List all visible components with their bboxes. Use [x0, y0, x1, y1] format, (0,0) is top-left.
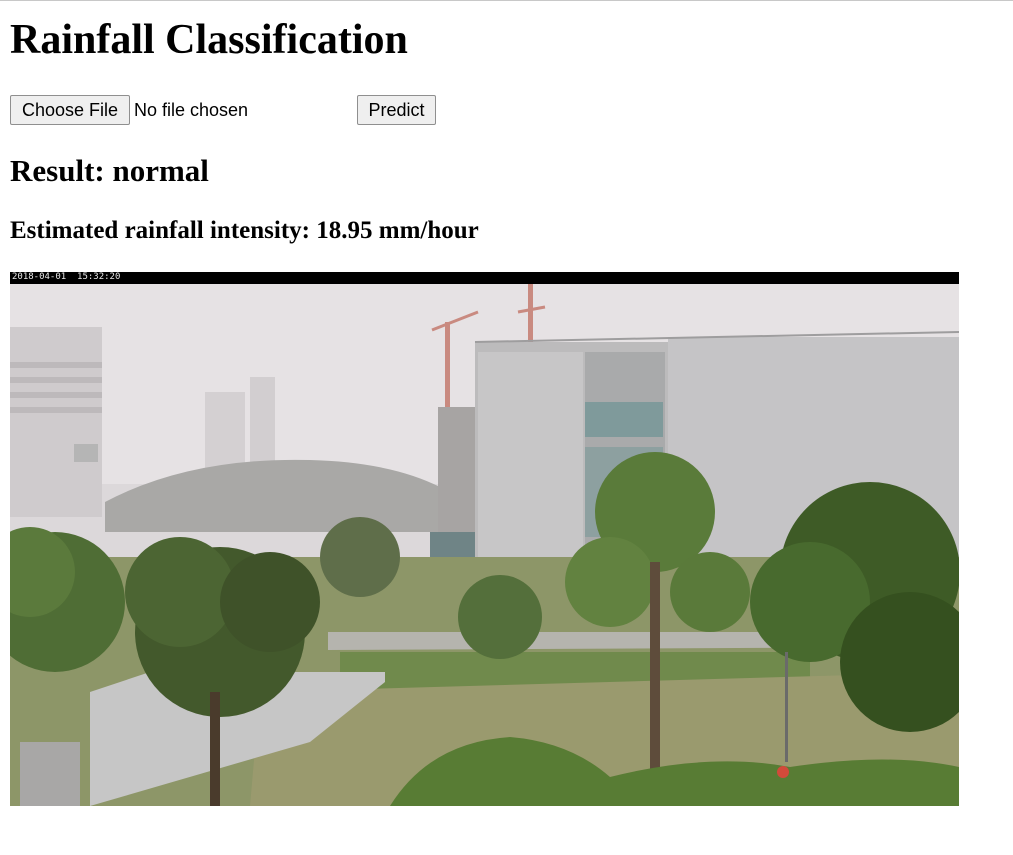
page-title: Rainfall Classification — [10, 17, 408, 63]
camera-scene — [10, 272, 959, 806]
file-status-text: No file chosen — [134, 100, 249, 120]
choose-file-button[interactable]: Choose File — [10, 95, 130, 125]
result-heading: Result: normal — [10, 153, 209, 188]
timestamp-bar — [10, 272, 959, 284]
top-divider — [0, 0, 1013, 1]
image-timestamp: 2018-04-01 15:32:20 — [12, 272, 121, 282]
rainfall-intensity-text: Estimated rainfall intensity: 18.95 mm/h… — [10, 217, 479, 244]
predict-button[interactable]: Predict — [357, 95, 436, 125]
camera-image: 2018-04-01 15:32:20 — [10, 272, 959, 806]
